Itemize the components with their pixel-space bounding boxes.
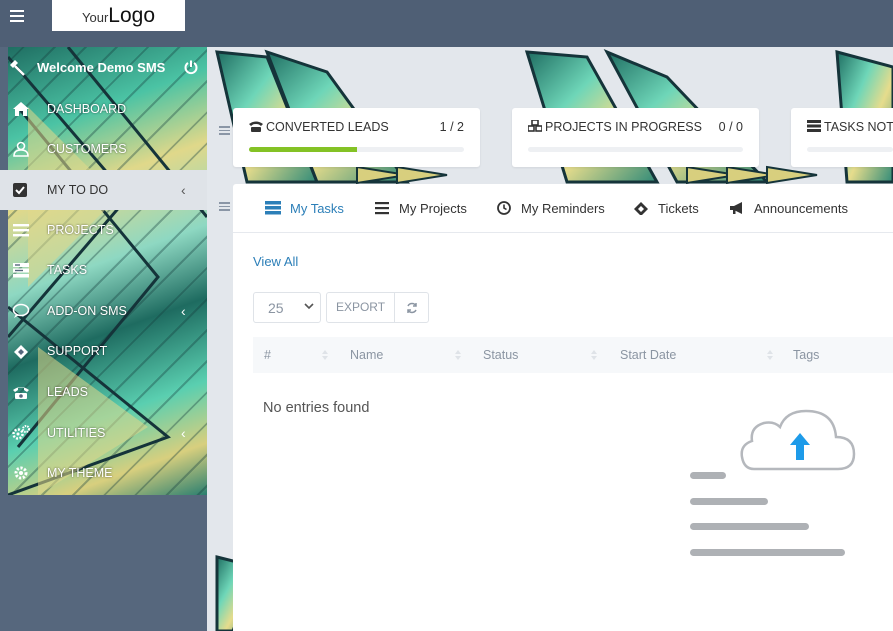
sidebar-item-label: SUPPORT <box>47 344 108 358</box>
export-button[interactable]: EXPORT <box>326 292 395 323</box>
sidebar-item-tasks[interactable]: TASKS <box>0 250 207 290</box>
stat-card-converted-leads: CONVERTED LEADS 1 / 2 <box>233 108 480 167</box>
sidebar-item-my-theme[interactable]: MY THEME <box>0 453 207 493</box>
tab-label: Announcements <box>754 201 848 216</box>
bullhorn-icon <box>730 202 742 214</box>
stat-value: 1 / 2 <box>439 120 464 134</box>
logout-power-icon[interactable] <box>183 59 199 75</box>
ticket-icon <box>634 202 648 215</box>
logo[interactable]: YourLogo <box>52 0 185 31</box>
welcome-text: Welcome Demo SMS <box>37 60 166 75</box>
tab-label: My Reminders <box>521 201 605 216</box>
sidebar-item-customers[interactable]: CUSTOMERS <box>0 129 207 169</box>
sidebar-item-my-to-do[interactable]: MY TO DO ‹ <box>0 170 207 210</box>
progress-bar <box>807 147 893 152</box>
sidebar: Welcome Demo SMS DASHBOARD CUSTOMERS MY … <box>0 47 207 631</box>
sort-icon <box>322 350 328 360</box>
sidebar-item-label: LEADS <box>47 385 88 399</box>
sidebar-item-label: MY THEME <box>47 466 113 480</box>
stat-value: 0 / 0 <box>718 120 743 134</box>
tab-announcements[interactable]: Announcements <box>729 201 848 221</box>
chevron-down-icon <box>304 303 314 310</box>
reload-button[interactable] <box>394 292 429 323</box>
sidebar-item-label: PROJECTS <box>47 223 114 237</box>
column-header[interactable]: Start Date <box>620 348 773 362</box>
view-all-link[interactable]: View All <box>253 254 298 269</box>
page-length-select[interactable]: 25 <box>253 292 321 323</box>
drag-handle-icon[interactable] <box>219 126 230 135</box>
stat-card-tasks-not: TASKS NOT <box>791 108 893 167</box>
bars-icon <box>13 224 29 237</box>
sidebar-item-label: UTILITIES <box>47 426 106 440</box>
refresh-icon <box>407 302 417 314</box>
stat-title: CONVERTED LEADS <box>266 120 389 134</box>
sidebar-item-utilities[interactable]: UTILITIES ‹ <box>0 413 207 453</box>
top-bar: YourLogo <box>0 0 893 47</box>
bars-icon <box>375 202 389 215</box>
drag-handle-icon[interactable] <box>219 202 230 211</box>
hammer-icon <box>10 60 25 76</box>
progress-bar <box>528 147 743 152</box>
sidebar-item-label: DASHBOARD <box>47 102 127 116</box>
checkbox-icon <box>13 183 27 197</box>
chevron-left-icon[interactable]: ‹ <box>181 425 186 441</box>
column-header[interactable]: # <box>264 348 328 362</box>
phone-icon <box>13 387 29 399</box>
sidebar-item-projects[interactable]: PROJECTS <box>0 210 207 250</box>
tasks-icon <box>265 201 281 215</box>
tab-label: My Tasks <box>290 201 344 216</box>
table-header: # Name Status Start Date Tags <box>253 337 893 373</box>
sidebar-item-add-on-sms[interactable]: ADD-ON SMS ‹ <box>0 291 207 331</box>
cubes-icon <box>528 120 542 132</box>
chevron-left-icon[interactable]: ‹ <box>181 303 186 319</box>
sidebar-item-label: TASKS <box>47 263 88 277</box>
sort-icon <box>767 350 773 360</box>
dashboard-widget-panel: My Tasks My Projects My Reminders Ticket… <box>233 184 893 631</box>
cogs-icon <box>12 425 30 440</box>
user-icon <box>13 141 29 157</box>
sidebar-item-label: ADD-ON SMS <box>47 304 127 318</box>
clock-icon <box>497 201 511 215</box>
empty-upload-illustration <box>690 409 856 556</box>
empty-table-message: No entries found <box>263 400 370 416</box>
home-icon <box>13 102 29 116</box>
sidebar-item-leads[interactable]: LEADS <box>0 372 207 412</box>
tasks-icon <box>807 120 821 132</box>
chevron-left-icon[interactable]: ‹ <box>181 182 186 198</box>
page-length-value: 25 <box>268 300 284 316</box>
tab-my-projects[interactable]: My Projects <box>374 201 467 221</box>
comment-icon <box>12 303 30 318</box>
tab-my-tasks[interactable]: My Tasks <box>265 201 344 221</box>
gear-icon <box>14 466 28 480</box>
progress-bar <box>249 147 464 152</box>
tab-label: Tickets <box>658 201 699 216</box>
widget-tabs: My Tasks My Projects My Reminders Ticket… <box>233 184 893 233</box>
sort-icon <box>591 350 597 360</box>
phone-icon <box>249 121 263 132</box>
tasks-icon <box>13 263 29 278</box>
logo-prefix: Your <box>82 10 109 25</box>
logo-main: Logo <box>108 4 155 27</box>
stat-title: TASKS NOT <box>824 120 893 134</box>
column-header[interactable]: Status <box>483 348 597 362</box>
sidebar-item-label: CUSTOMERS <box>47 142 127 156</box>
stat-card-projects-in-progress: PROJECTS IN PROGRESS 0 / 0 <box>512 108 759 167</box>
menu-toggle-icon[interactable] <box>10 10 24 22</box>
column-header[interactable]: Tags <box>793 348 819 362</box>
tab-tickets[interactable]: Tickets <box>633 201 699 221</box>
sort-icon <box>455 350 461 360</box>
sidebar-item-label: MY TO DO <box>47 183 109 197</box>
ticket-icon <box>14 345 28 359</box>
column-header[interactable]: Name <box>350 348 461 362</box>
stat-title: PROJECTS IN PROGRESS <box>545 120 702 134</box>
progress-fill <box>249 147 357 152</box>
sidebar-item-dashboard[interactable]: DASHBOARD <box>0 89 207 129</box>
tab-label: My Projects <box>399 201 467 216</box>
tab-my-reminders[interactable]: My Reminders <box>496 201 605 221</box>
user-welcome-row: Welcome Demo SMS <box>0 55 207 81</box>
sidebar-item-support[interactable]: SUPPORT <box>0 331 207 371</box>
